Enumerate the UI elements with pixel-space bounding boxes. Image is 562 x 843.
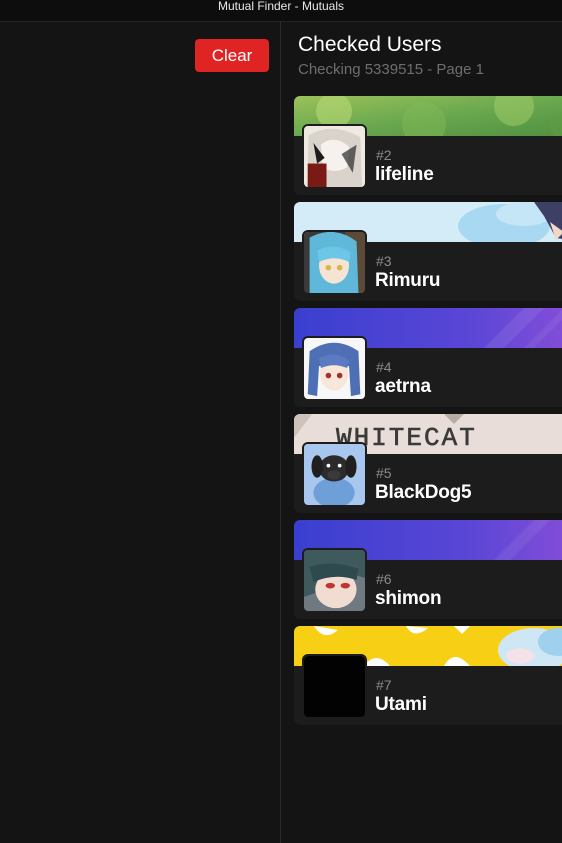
user-name: Utami bbox=[375, 694, 427, 715]
window-title: Mutual Finder - Mutuals bbox=[217, 0, 345, 13]
user-name: shimon bbox=[375, 588, 442, 609]
user-avatar bbox=[302, 230, 367, 295]
user-rank: #5 bbox=[376, 465, 392, 481]
user-avatar bbox=[302, 548, 367, 613]
user-rank: #6 bbox=[376, 571, 392, 587]
user-avatar bbox=[302, 442, 367, 507]
checked-users-panel[interactable]: Checked Users Checking 5339515 - Page 1 bbox=[282, 22, 562, 843]
user-name: lifeline bbox=[375, 164, 434, 185]
user-name: BlackDog5 bbox=[375, 482, 472, 503]
user-card-lifeline[interactable]: #2 lifeline bbox=[294, 96, 562, 195]
panel-title: Checked Users bbox=[298, 33, 442, 56]
panel-subtitle: Checking 5339515 - Page 1 bbox=[298, 61, 484, 78]
left-pane: Clear bbox=[0, 22, 281, 843]
user-rank: #3 bbox=[376, 253, 392, 269]
user-avatar bbox=[302, 654, 367, 719]
user-list: #2 lifeline #3 Rimuru #4 aetrna WHITECAT… bbox=[294, 96, 562, 732]
user-card-rimuru[interactable]: #3 Rimuru bbox=[294, 202, 562, 301]
user-card-utami[interactable]: #7 Utami bbox=[294, 626, 562, 725]
user-card-shimon[interactable]: #6 shimon bbox=[294, 520, 562, 619]
user-rank: #7 bbox=[376, 677, 392, 693]
user-name: aetrna bbox=[375, 376, 431, 397]
user-name: Rimuru bbox=[375, 270, 441, 291]
clear-button[interactable]: Clear bbox=[195, 39, 269, 72]
user-card-blackdog5[interactable]: WHITECAT #5 BlackDog5 bbox=[294, 414, 562, 513]
window-titlebar: Mutual Finder - Mutuals bbox=[0, 0, 562, 22]
user-avatar bbox=[302, 124, 367, 189]
user-card-aetrna[interactable]: #4 aetrna bbox=[294, 308, 562, 407]
user-rank: #2 bbox=[376, 147, 392, 163]
user-rank: #4 bbox=[376, 359, 392, 375]
user-avatar bbox=[302, 336, 367, 401]
